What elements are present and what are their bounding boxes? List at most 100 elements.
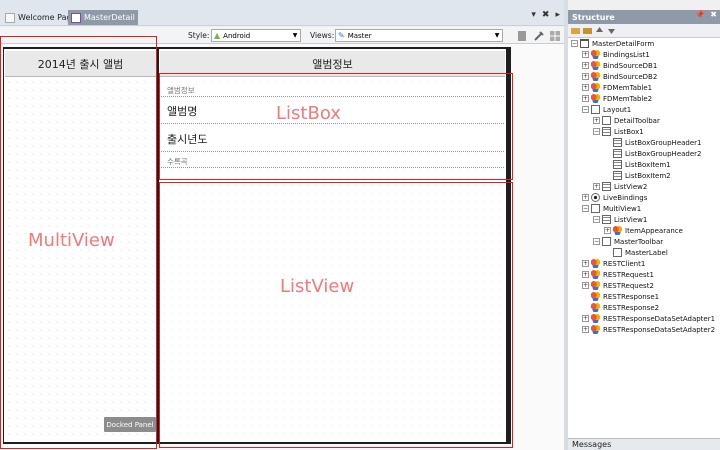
collapse-icon[interactable]: −	[593, 128, 600, 135]
collapse-icon[interactable]: −	[593, 238, 600, 245]
tree-node[interactable]: ListBoxItem2	[568, 170, 720, 181]
tree-node[interactable]: + RESTClient1	[568, 258, 720, 269]
tree-node-label: RESTClient1	[603, 259, 646, 268]
tree-node[interactable]: ListBoxGroupHeader2	[568, 148, 720, 159]
tree-node[interactable]: + ListView2	[568, 181, 720, 192]
expand-icon[interactable]: +	[582, 84, 589, 91]
editor-window-controls: ▾ ✖ ▸	[531, 10, 564, 20]
tree-node[interactable]: RESTResponse2	[568, 302, 720, 313]
messages-panel-title[interactable]: Messages	[568, 438, 720, 450]
tree-node[interactable]: + BindingsList1	[568, 49, 720, 60]
expand-icon[interactable]: +	[582, 271, 589, 278]
folder-icon[interactable]	[571, 26, 580, 35]
tree-node[interactable]: − Layout1	[568, 104, 720, 115]
structure-toolbar	[568, 24, 720, 38]
tree-node-label: BindingsList1	[603, 50, 650, 59]
expand-icon[interactable]: +	[593, 117, 600, 124]
tree-node-label: MasterDetailForm	[592, 39, 655, 48]
wrench-icon[interactable]	[533, 30, 545, 42]
tree-node[interactable]: MasterLabel	[568, 247, 720, 258]
component-icon	[591, 270, 600, 279]
component-icon	[591, 281, 600, 290]
tree-node-label: ListBoxItem1	[625, 160, 671, 169]
tree-node[interactable]: + DetailToolbar	[568, 115, 720, 126]
component-icon	[591, 94, 600, 103]
tree-node[interactable]: + BindSourceDB2	[568, 71, 720, 82]
expand-icon[interactable]: +	[582, 194, 589, 201]
tree-node[interactable]: ListBoxGroupHeader1	[568, 137, 720, 148]
tree-node[interactable]: − MasterToolbar	[568, 236, 720, 247]
tab-dropdown-icon[interactable]: ▾	[531, 10, 536, 20]
listbox-annotation-label: ListBox	[276, 103, 341, 124]
listview-annotation-box	[159, 182, 513, 448]
tree-node-label: DetailToolbar	[614, 116, 660, 125]
tree-node-label: RESTResponseDataSetAdapter1	[603, 314, 716, 323]
pencil-icon: ✎	[338, 31, 345, 40]
expand-icon[interactable]: +	[582, 260, 589, 267]
tree-node[interactable]: ListBoxItem1	[568, 159, 720, 170]
tree-node[interactable]: − MasterDetailForm	[568, 38, 720, 49]
expand-icon[interactable]: +	[582, 62, 589, 69]
expand-icon[interactable]: +	[582, 315, 589, 322]
collapse-icon[interactable]: −	[571, 40, 578, 47]
arrow-up-icon[interactable]	[595, 26, 604, 35]
tree-node-label: RESTResponse2	[603, 303, 660, 312]
tree-node-label: RESTResponse1	[603, 292, 660, 301]
expand-icon[interactable]: +	[582, 326, 589, 333]
tab-menu-icon[interactable]: ▸	[555, 10, 560, 20]
document-icon[interactable]	[516, 30, 528, 42]
tree-node[interactable]: + FDMemTable1	[568, 82, 720, 93]
tree-node[interactable]: + RESTResponseDataSetAdapter1	[568, 313, 720, 324]
listbox-annotation-box	[159, 73, 513, 180]
tree-node[interactable]: − ListView1	[568, 214, 720, 225]
component-icon	[591, 50, 600, 59]
tree-node[interactable]: + FDMemTable2	[568, 93, 720, 104]
grid-icon[interactable]	[549, 30, 561, 42]
component-icon	[591, 325, 600, 334]
close-icon[interactable]: ✖	[710, 10, 717, 19]
close-icon[interactable]: ✖	[542, 10, 550, 20]
page-icon	[5, 12, 15, 23]
expand-icon[interactable]: +	[582, 95, 589, 102]
tree-node-label: MasterLabel	[625, 248, 668, 257]
tree-node[interactable]: + ItemAppearance	[568, 225, 720, 236]
component-icon	[591, 61, 600, 70]
tree-node[interactable]: RESTResponse1	[568, 291, 720, 302]
style-select[interactable]: ▲ Android ▼	[211, 29, 301, 42]
collapse-icon[interactable]: −	[582, 205, 589, 212]
pin-icon[interactable]: 📌	[695, 10, 705, 19]
tree-node[interactable]: + LiveBindings	[568, 192, 720, 203]
collapse-icon[interactable]: −	[582, 106, 589, 113]
tree-node[interactable]: + RESTRequest1	[568, 269, 720, 280]
expand-icon[interactable]: +	[593, 183, 600, 190]
tree-node[interactable]: + BindSourceDB1	[568, 60, 720, 71]
list-icon	[613, 160, 622, 169]
list-icon	[602, 182, 611, 191]
label-icon	[613, 248, 622, 257]
form-icon	[71, 12, 81, 23]
tree-node[interactable]: − MultiView1	[568, 203, 720, 214]
component-icon	[591, 259, 600, 268]
component-icon	[613, 226, 622, 235]
expand-icon[interactable]: +	[582, 51, 589, 58]
tree-node-label: LiveBindings	[603, 193, 648, 202]
chevron-down-icon: ▼	[292, 32, 298, 39]
expand-icon[interactable]: +	[582, 73, 589, 80]
tree-node[interactable]: + RESTResponseDataSetAdapter2	[568, 324, 720, 335]
tree-node-label: MasterToolbar	[614, 237, 664, 246]
panel-icon	[591, 204, 600, 213]
expand-icon[interactable]: +	[604, 227, 611, 234]
tree-node-label: ListBoxGroupHeader2	[625, 149, 702, 158]
expand-icon[interactable]: +	[582, 282, 589, 289]
collapse-icon[interactable]: −	[593, 216, 600, 223]
views-select[interactable]: ✎ Master ▼	[335, 29, 503, 42]
arrow-down-icon[interactable]	[607, 26, 616, 35]
open-folder-icon[interactable]	[583, 26, 592, 35]
panel-icon	[602, 237, 611, 246]
tab-master-detail[interactable]: MasterDetail	[68, 10, 138, 25]
tree-node-label: ListView2	[614, 182, 648, 191]
tree-node[interactable]: − ListBox1	[568, 126, 720, 137]
component-icon	[591, 72, 600, 81]
tree-node[interactable]: + RESTRequest2	[568, 280, 720, 291]
component-icon	[591, 303, 600, 312]
